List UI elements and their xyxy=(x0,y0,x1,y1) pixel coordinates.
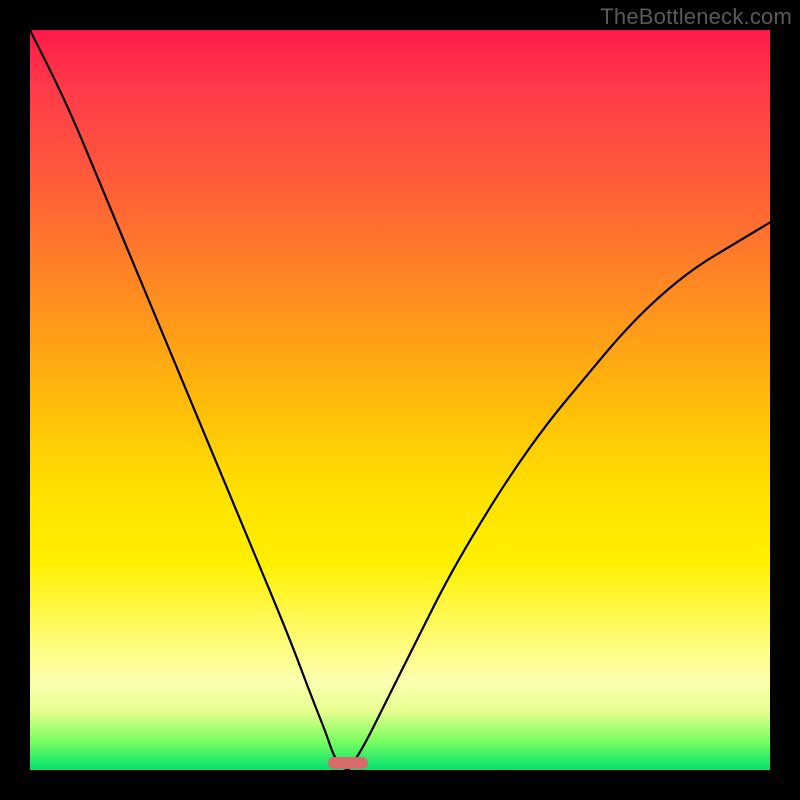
chart-frame: TheBottleneck.com xyxy=(0,0,800,800)
curve-right-branch xyxy=(348,222,770,770)
watermark-text: TheBottleneck.com xyxy=(600,4,792,30)
plot-area xyxy=(30,30,770,770)
curve-left-branch xyxy=(30,30,348,770)
bottleneck-curve xyxy=(30,30,770,770)
minimum-marker xyxy=(328,757,368,769)
